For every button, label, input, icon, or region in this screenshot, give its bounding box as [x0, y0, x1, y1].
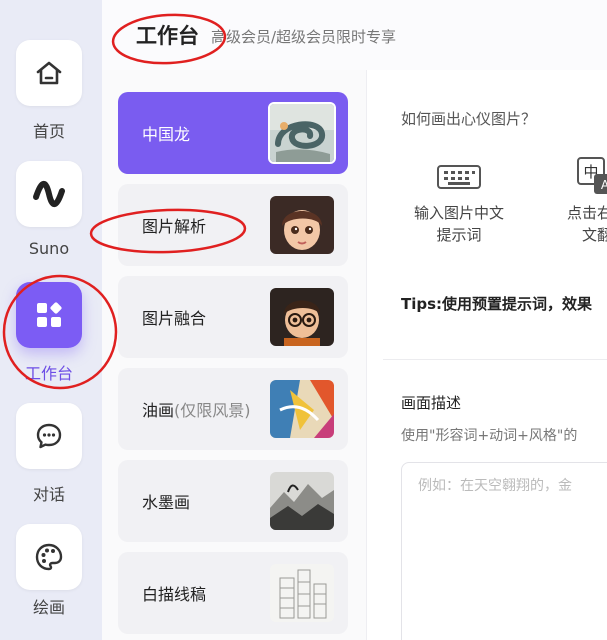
nav-item-chat[interactable]: 对话	[0, 403, 102, 513]
style-card-dragon[interactable]: 中国龙	[118, 92, 348, 174]
nav-item-paint[interactable]: 绘画	[0, 524, 102, 634]
palette-icon	[16, 524, 82, 590]
keyboard-icon	[389, 156, 529, 196]
style-card-image-fusion[interactable]: 图片融合	[118, 276, 348, 358]
style-label: 中国龙	[142, 125, 191, 144]
step-input-prompt: 输入图片中文 提示词	[389, 156, 529, 246]
how-to-question: 如何画出心仪图片？	[401, 110, 537, 128]
nav-label-suno: Suno	[28, 239, 70, 258]
style-card-image-analysis[interactable]: 图片解析	[118, 184, 348, 266]
description-placeholder: 例如：在天空翱翔的，金	[418, 478, 572, 494]
workbench-grid-icon	[16, 282, 82, 348]
style-label-note: (仅限风景)	[174, 401, 251, 420]
description-hint: 使用"形容词+动词+风格"的	[401, 428, 578, 444]
style-label: 图片解析	[142, 217, 207, 236]
step-text-line1: 点击右上	[566, 204, 607, 222]
translate-icon: 中 A	[527, 156, 607, 196]
top-header: 工作台 高级会员/超级会员限时专享	[102, 0, 607, 71]
style-label: 水墨画	[142, 493, 191, 512]
nav-label-paint: 绘画	[32, 598, 65, 617]
step-translate: 中 A 点击右上 文翻	[527, 156, 607, 246]
divider	[383, 359, 607, 360]
style-card-oil-painting[interactable]: 油画(仅限风景)	[118, 368, 348, 450]
nav-item-workbench[interactable]: 工作台	[0, 282, 102, 392]
nav-label-workbench: 工作台	[24, 364, 73, 383]
nav-label-home: 首页	[32, 122, 65, 141]
style-label: 图片融合	[142, 309, 207, 328]
girl-portrait-thumbnail	[270, 196, 334, 254]
description-title: 画面描述	[401, 394, 462, 412]
dragon-thumbnail	[268, 102, 336, 164]
line-sketch-thumbnail	[270, 564, 334, 622]
step-text-line1: 输入图片中文	[413, 204, 504, 222]
step-text-line2: 提示词	[436, 226, 482, 244]
nav-label-chat: 对话	[32, 485, 65, 504]
style-label: 油画(仅限风景)	[142, 397, 251, 421]
tips-text: Tips:使用预置提示词，效果	[401, 295, 593, 313]
ink-painting-thumbnail	[270, 472, 334, 530]
app-window: 首页 Suno 工作台 对话 绘画 工作台 高级会员/超级会员限时专享 中国龙 …	[0, 0, 607, 640]
oil-painting-thumbnail	[270, 380, 334, 438]
style-list: 中国龙 图片解析 图片融合 油画(仅限风景) 水墨画 白描线稿	[102, 70, 367, 640]
translate-icon-letter: A	[601, 178, 607, 192]
nav-item-suno[interactable]: Suno	[0, 161, 102, 271]
description-textarea[interactable]: 例如：在天空翱翔的，金	[401, 462, 607, 640]
sidebar-nav: 首页 Suno 工作台 对话 绘画	[0, 0, 102, 640]
guide-panel: 如何画出心仪图片？ 输入图片中文 提示词 中 A 点击右 文翻 Tips:使用预…	[367, 70, 607, 640]
style-label-main: 油画	[142, 401, 175, 420]
home-icon	[16, 40, 82, 106]
chat-icon	[16, 403, 82, 469]
nav-item-home[interactable]: 首页	[0, 40, 102, 150]
step-text-line2: 文翻	[581, 226, 607, 244]
style-card-ink-painting[interactable]: 水墨画	[118, 460, 348, 542]
suno-wave-icon	[16, 161, 82, 227]
page-title: 工作台	[136, 24, 199, 48]
member-note: 高级会员/超级会员限时专享	[211, 28, 397, 46]
style-card-line-sketch[interactable]: 白描线稿	[118, 552, 348, 634]
style-label: 白描线稿	[142, 585, 207, 604]
boy-cartoon-thumbnail	[270, 288, 334, 346]
